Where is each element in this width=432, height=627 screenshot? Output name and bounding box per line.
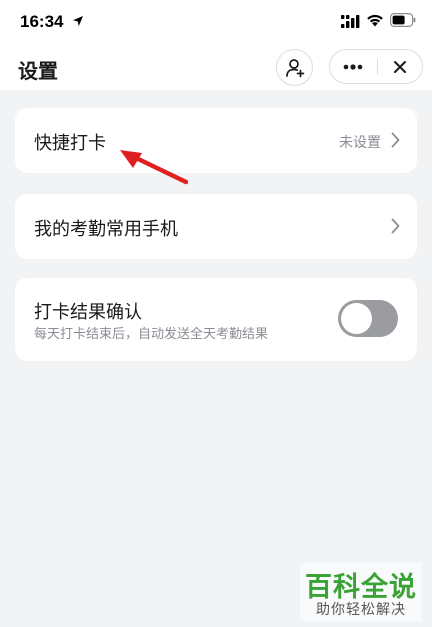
row-label: 打卡结果确认 — [34, 302, 142, 323]
more-button[interactable] — [330, 50, 376, 83]
signal-icon — [341, 15, 360, 28]
row-label: 我的考勤常用手机 — [34, 219, 178, 240]
location-arrow-icon — [73, 16, 83, 26]
mini-program-capsule — [329, 49, 423, 84]
row-sublabel: 每天打卡结束后，自动发送全天考勤结果 — [34, 327, 269, 342]
top-bar: 16:34 设置 — [0, 0, 432, 90]
close-button[interactable] — [378, 50, 422, 83]
status-time: 16:34 — [20, 12, 64, 31]
wifi-icon — [367, 14, 383, 27]
punch-result-toggle[interactable] — [338, 300, 398, 337]
close-icon — [394, 60, 406, 73]
status-bar: 16:34 — [0, 0, 432, 44]
add-friend-icon — [285, 58, 304, 77]
battery-icon — [390, 13, 416, 27]
chevron-right-icon — [391, 218, 400, 234]
toggle-knob — [341, 303, 372, 334]
chevron-right-icon — [391, 132, 400, 148]
add-user-button[interactable] — [276, 49, 313, 86]
row-value: 未设置 — [339, 135, 381, 151]
quick-punch-row[interactable]: 快捷打卡 未设置 — [15, 108, 417, 173]
annotation-arrow-icon — [120, 150, 188, 185]
more-icon — [343, 63, 363, 70]
watermark: 百科全说 助你轻松解决 — [300, 563, 422, 621]
common-phone-row[interactable]: 我的考勤常用手机 — [15, 194, 417, 259]
page-title: 设置 — [18, 59, 58, 83]
punch-result-confirm-row: 打卡结果确认 每天打卡结束后，自动发送全天考勤结果 — [15, 278, 417, 361]
watermark-subtitle: 助你轻松解决 — [316, 602, 406, 618]
row-label: 快捷打卡 — [34, 133, 106, 154]
